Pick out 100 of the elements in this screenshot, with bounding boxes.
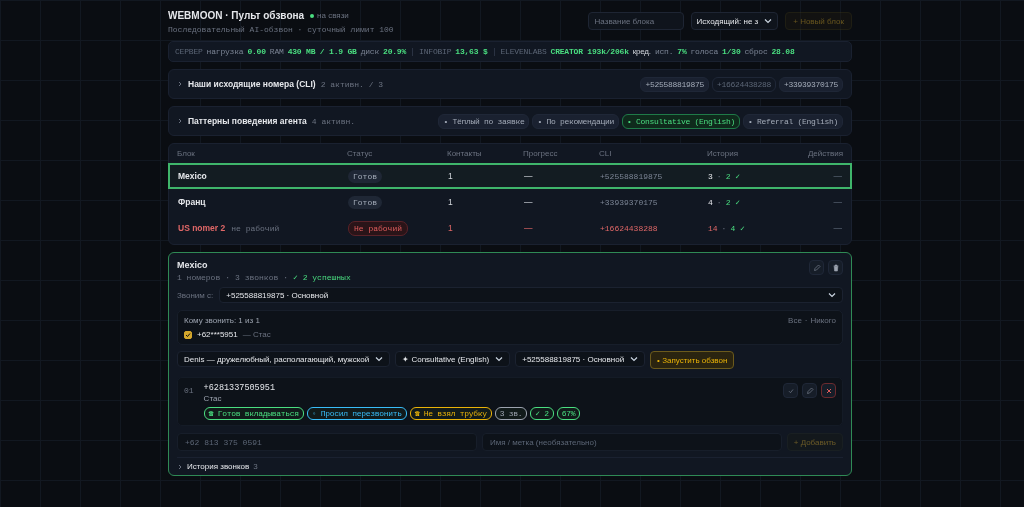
calls-count: 4 [708,197,713,207]
history-count: 3 [253,462,258,471]
close-icon [824,386,833,395]
connection-status: на связи [310,11,349,20]
cli-select[interactable]: +525588819875 · Основной [515,351,646,367]
select-all-link[interactable]: Все [788,316,802,325]
calls-count: 3 [708,171,713,181]
success-count: 4 ✓ [730,223,745,233]
checkbox[interactable] [184,330,192,339]
metric-value: 20.9% [383,47,407,56]
chevron-down-icon [764,18,773,24]
recipient-name: — Стас [242,330,271,339]
block-title: Mexico [177,260,209,270]
delete-button[interactable] [828,260,843,275]
history-title: История звонков [187,462,250,471]
panel-title: Паттерны поведения агента [188,116,307,126]
metric-value: 430 MB / 1.9 GB [287,47,357,56]
success-count: 2 ✓ [725,197,741,207]
meta-text: 3 звонков [235,273,279,282]
status-note: не рабочий [231,224,280,233]
section-label: СЕРВЕР [175,47,203,56]
status-tag: ◦ Просил перезвонить [306,407,407,420]
outgoing-select[interactable]: Исходящий: не з [690,12,779,30]
success-summary: ✓ 2 успешных [293,273,351,282]
status-tag: ☎ Готов вкладываться [203,407,304,420]
table-row[interactable]: US nomer 2 не рабочий Не рабочий 1 — +16624438288 14 · 4 ✓ — [169,215,851,241]
chevron-down-icon [828,292,836,298]
metric-value: 13,63 $ [455,47,488,56]
number-chip[interactable]: +33939370175 [779,76,843,92]
actions-cell: — [833,197,842,207]
column-header: Блок [177,149,196,158]
pattern-chip[interactable]: • Consultative (English) [621,113,740,129]
metric-value: 1/30 [722,47,741,56]
metric-label: сброс [744,47,768,56]
chevron-down-icon [375,356,384,362]
link-separator: · [804,316,808,325]
chevron-down-icon [495,356,504,362]
metric-value: 7% [677,47,687,56]
contact-number: +6281337505951 [203,383,277,393]
status-badge: Готов [348,195,382,209]
pattern-chip[interactable]: • Тёплый по заявке [438,113,530,129]
pattern-chip[interactable]: • По рекомендации [532,113,619,129]
metric-label: нагрузка [206,47,244,56]
check-icon [786,386,795,395]
contacts-count: 1 [448,197,454,207]
column-header: История [707,149,740,158]
phone-field[interactable]: +62 813 375 0591 [177,433,477,451]
app-title: WEBMOON · Пульт обзвона [168,10,305,21]
cli-number: +525588819875 [600,171,664,181]
voice-select[interactable]: Denis — дружелюбный, располагающий, мужской [177,351,391,367]
caller-select[interactable]: +525588819875 · Основной [219,287,843,303]
caller-label: Звоним с: [177,290,214,300]
block-name: US nomer 2 [178,223,226,233]
status-badge: Готов [348,169,382,183]
pattern-select[interactable]: ✦ Consultative (English) [395,351,511,367]
progress-value: — [524,197,534,207]
label-field[interactable]: Имя / метка (необязательно) [481,433,782,451]
progress-value: — [524,171,534,181]
contact-name: Стас [203,394,223,403]
metric-label: RAM [269,47,284,56]
metric-value: 28.08 [771,47,795,56]
status-tag: 67% [556,407,581,420]
table-row[interactable]: Франц Готов 1 — +33939370175 4 · 2 ✓ — [169,189,851,215]
status-tag: 3 зв. [494,407,528,420]
block-name-field[interactable]: Название блока [587,12,684,30]
panel-title: Наши исходящие номера (CLI) [188,79,316,89]
metric-value: 0.00 [247,47,266,56]
recipient-number: +62***5951 [197,330,238,339]
success-count: 2 ✓ [725,171,741,181]
calls-count: 14 [708,223,718,233]
chevron-right-icon[interactable] [177,118,183,124]
recipients-title: Кому звонить: 1 из 1 [184,316,260,325]
table-row[interactable]: Mexico Готов 1 — +525588819875 3 · 2 ✓ — [168,163,852,189]
panel-count: 2 активн. / 3 [320,79,384,89]
meta-text: 1 номеров [177,273,221,282]
column-header: CLI [599,149,613,158]
select-none-link[interactable]: Никого [810,316,836,325]
actions-cell: — [833,223,842,233]
number-chip[interactable]: +525588819875 [640,76,709,92]
actions-cell: — [833,171,842,181]
separator-dot: · [716,171,722,181]
remove-button[interactable] [821,383,836,398]
chevron-right-icon[interactable] [177,463,183,470]
column-header: Статус [347,149,374,158]
meta-text: · [225,273,231,282]
progress-value: — [524,223,534,233]
row-index: 01 [184,385,194,397]
chevron-right-icon[interactable] [177,81,183,87]
metric-label: диск [360,47,380,56]
pattern-chip[interactable]: • Referral (English) [742,113,843,129]
separator-dot: · [721,223,727,233]
chevron-down-icon [630,356,639,362]
section-label: ELEVENLABS [500,47,547,56]
column-header: Действия [807,149,843,158]
metric-unit: кред. [632,47,651,56]
metric-value: CREATOR 193k/206k [550,47,629,56]
metric-label: голоса [690,47,719,56]
start-calls-button[interactable]: • Запустить обзвон [650,351,735,369]
trash-icon [831,263,840,272]
status-badge: Не рабочий [348,220,408,236]
